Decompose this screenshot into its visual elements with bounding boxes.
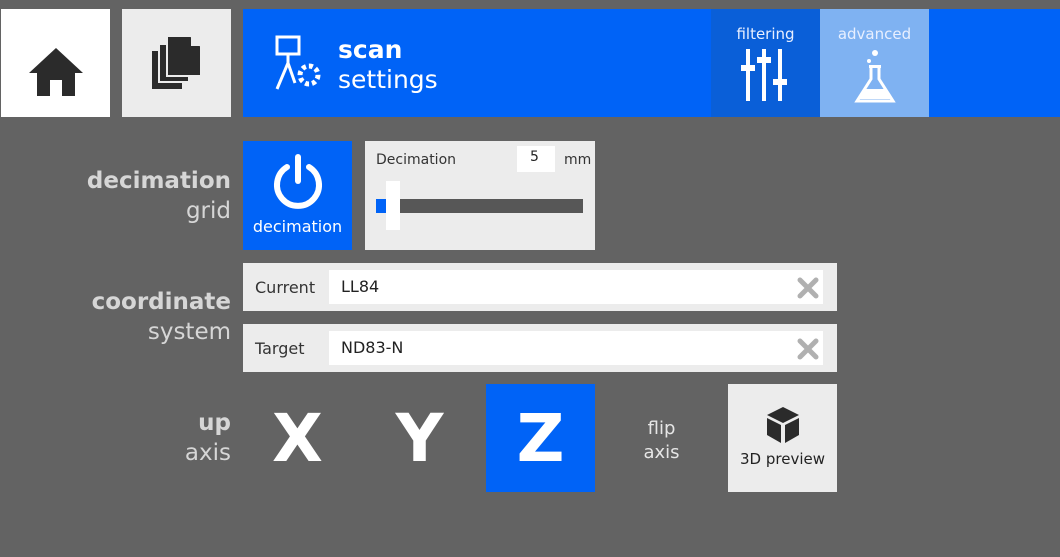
- flip-axis-line2: axis: [643, 442, 680, 463]
- home-icon: [29, 48, 83, 96]
- tab-advanced[interactable]: advanced: [820, 9, 929, 117]
- decimation-section-title: decimation: [86, 168, 231, 194]
- decimation-slider-thumb[interactable]: [386, 181, 400, 230]
- current-coordinate-row: Current LL84: [243, 263, 837, 311]
- coordinate-section-subtitle: system: [147, 319, 231, 345]
- power-icon: [274, 154, 322, 209]
- decimation-value: 5: [530, 149, 539, 165]
- clear-target-icon[interactable]: [797, 338, 819, 360]
- decimation-toggle-button[interactable]: decimation: [243, 141, 352, 250]
- flip-axis-line1: flip: [647, 418, 676, 439]
- header-bar: scan settings: [243, 9, 1060, 117]
- target-value: ND83-N: [341, 338, 404, 357]
- target-label: Target: [255, 339, 305, 358]
- current-input[interactable]: LL84: [329, 270, 823, 304]
- target-coordinate-row: Target ND83-N: [243, 324, 837, 372]
- axis-section-title: up: [198, 410, 231, 436]
- decimation-slider-track[interactable]: [376, 199, 583, 213]
- tab-filtering[interactable]: filtering: [711, 9, 820, 117]
- decimation-slider-panel: Decimation 5 mm: [365, 141, 595, 250]
- flip-axis-button[interactable]: flip axis: [607, 384, 716, 492]
- decimation-section-subtitle: grid: [185, 198, 231, 224]
- axis-x-label: X: [272, 400, 323, 477]
- page-title-light: settings: [338, 65, 438, 94]
- axis-section-subtitle: axis: [184, 440, 231, 466]
- decimation-slider-label: Decimation: [376, 152, 457, 168]
- scan-settings-icon: [275, 35, 321, 90]
- axis-y-label: Y: [395, 400, 444, 477]
- target-input[interactable]: ND83-N: [329, 331, 823, 365]
- pages-button[interactable]: [122, 9, 231, 117]
- axis-z-label: Z: [516, 400, 565, 477]
- home-button[interactable]: [1, 9, 110, 117]
- 3d-preview-label: 3D preview: [740, 450, 825, 468]
- current-label: Current: [255, 278, 316, 297]
- decimation-unit: mm: [564, 152, 592, 168]
- 3d-preview-button[interactable]: 3D preview: [728, 384, 837, 492]
- decimation-toggle-label: decimation: [252, 217, 343, 236]
- pages-icon: [152, 35, 202, 89]
- coordinate-section-title: coordinate: [91, 289, 231, 315]
- axis-x-button[interactable]: X: [243, 384, 352, 492]
- sliders-icon: [741, 49, 787, 101]
- flask-icon: [854, 50, 896, 103]
- tab-filtering-label: filtering: [736, 25, 795, 43]
- axis-y-button[interactable]: Y: [365, 384, 474, 492]
- tab-advanced-label: advanced: [837, 25, 912, 43]
- decimation-value-input[interactable]: 5: [517, 146, 555, 172]
- cube-icon: [767, 407, 799, 443]
- axis-z-button[interactable]: Z: [486, 384, 595, 492]
- current-value: LL84: [341, 277, 380, 296]
- clear-current-icon[interactable]: [797, 277, 819, 299]
- decimation-slider-fill: [376, 199, 386, 213]
- page-title-bold: scan: [338, 35, 403, 64]
